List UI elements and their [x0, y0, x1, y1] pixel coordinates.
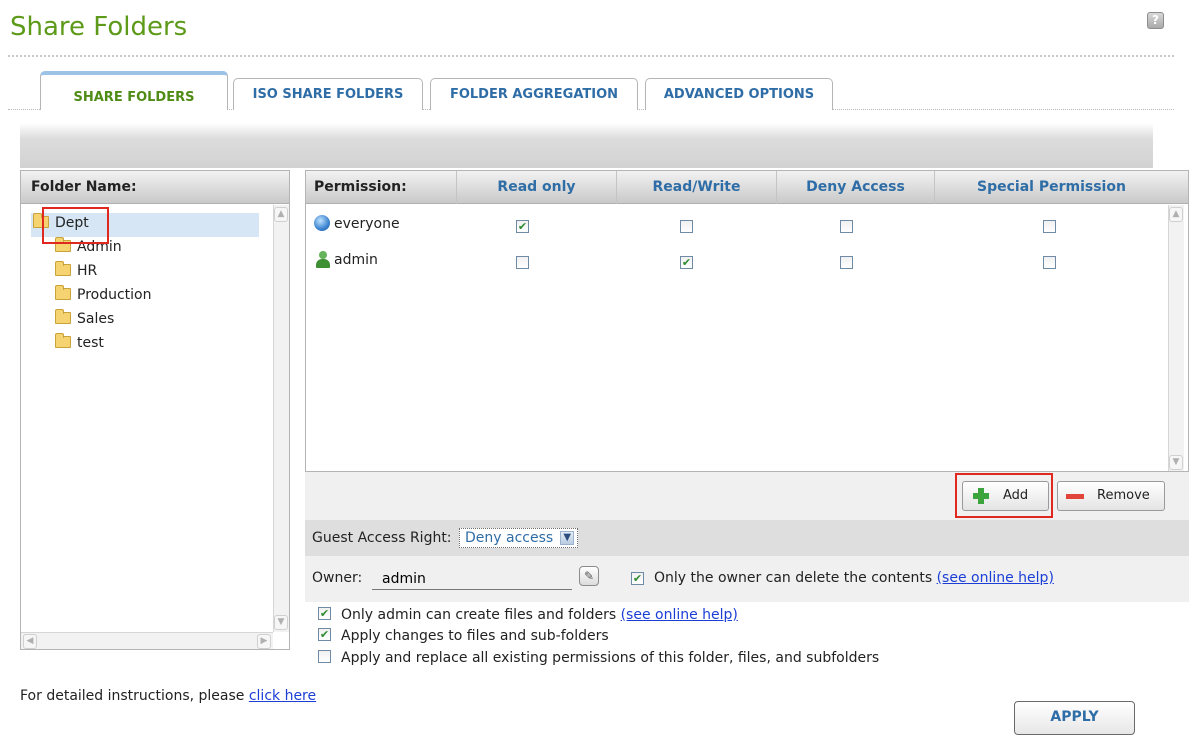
edit-owner-icon[interactable]: ✎ [579, 566, 599, 586]
minus-icon [1066, 494, 1084, 499]
click-here-link[interactable]: click here [249, 688, 316, 704]
scroll-down-icon[interactable]: ▼ [1169, 455, 1183, 470]
remove-button[interactable]: Remove [1057, 481, 1165, 511]
folder-vertical-scrollbar[interactable]: ▲ ▼ [273, 205, 289, 632]
user-icon [316, 251, 330, 268]
tab-folder-aggregation[interactable]: FOLDER AGGREGATION [430, 78, 638, 110]
apply-replace-label: Apply and replace all existing permissio… [341, 650, 880, 666]
folder-name-header: Folder Name: [21, 171, 289, 204]
group-icon [314, 215, 330, 231]
checkbox-everyone-read-write[interactable] [680, 220, 693, 233]
chevron-down-icon[interactable]: ▼ [560, 531, 575, 545]
guest-access-label: Guest Access Right: [312, 530, 452, 546]
checkbox-admin-read-write[interactable] [680, 256, 693, 269]
deny-access-header: Deny Access [776, 171, 934, 204]
tree-item-label: Production [77, 287, 152, 303]
scroll-left-icon[interactable]: ◀ [23, 634, 37, 649]
tree-item-sales[interactable]: Sales [55, 309, 114, 329]
folder-icon [55, 333, 71, 348]
permission-vertical-scrollbar[interactable]: ▲ ▼ [1168, 205, 1184, 471]
tab-advanced-options[interactable]: ADVANCED OPTIONS [645, 78, 833, 110]
admin-create-label: Only admin can create files and folders … [341, 607, 738, 623]
owner-input[interactable] [372, 568, 572, 590]
admin-create-text: Only admin can create files and folders [341, 607, 617, 623]
owner-delete-checkbox[interactable] [631, 572, 644, 585]
special-permission-header: Special Permission [934, 171, 1168, 204]
checkbox-admin-special[interactable] [1043, 256, 1056, 269]
checkbox-everyone-special[interactable] [1043, 220, 1056, 233]
read-write-header: Read/Write [616, 171, 776, 204]
folder-icon [55, 261, 71, 276]
owner-row: Owner: ✎ Only the owner can delete the c… [305, 556, 1189, 602]
owner-delete-label: Only the owner can delete the contents (… [654, 570, 1054, 586]
guest-access-value: Deny access [465, 530, 554, 546]
tree-item-production[interactable]: Production [55, 285, 151, 305]
permission-table: Permission: Read only Read/Write Deny Ac… [305, 170, 1189, 472]
folder-icon [55, 285, 71, 300]
owner-help-link[interactable]: (see online help) [937, 570, 1054, 586]
checkbox-everyone-deny-access[interactable] [840, 220, 853, 233]
permission-row-admin: admin [314, 247, 454, 273]
checkbox-everyone-read-only[interactable] [516, 220, 529, 233]
help-icon[interactable]: ? [1147, 12, 1164, 29]
scroll-up-icon[interactable]: ▲ [1169, 207, 1183, 222]
folder-icon [55, 309, 71, 324]
user-name: everyone [334, 216, 400, 232]
apply-replace-checkbox[interactable] [318, 650, 331, 663]
admin-create-checkbox[interactable] [318, 607, 331, 620]
scroll-up-icon[interactable]: ▲ [274, 207, 288, 222]
dept-highlight-box [42, 207, 109, 244]
admin-create-help-link[interactable]: (see online help) [621, 607, 738, 623]
guest-access-select[interactable]: Deny access ▼ [459, 528, 579, 548]
tree-item-hr[interactable]: HR [55, 261, 97, 281]
owner-delete-text: Only the owner can delete the contents [654, 570, 933, 586]
apply-button[interactable]: APPLY [1014, 701, 1135, 735]
permission-header: Permission: [314, 179, 407, 195]
permission-row-everyone: everyone [314, 211, 454, 237]
folder-horizontal-scrollbar[interactable]: ◀ ▶ [21, 632, 273, 649]
toolbar-band [20, 123, 1153, 168]
scroll-right-icon[interactable]: ▶ [257, 634, 271, 649]
owner-label: Owner: [312, 570, 363, 586]
add-highlight-box [955, 473, 1053, 518]
tree-item-label: test [77, 335, 104, 351]
tab-share-folders[interactable]: SHARE FOLDERS [40, 71, 228, 110]
tab-iso-share-folders[interactable]: ISO SHARE FOLDERS [233, 78, 423, 110]
read-only-header: Read only [456, 171, 616, 204]
tree-item-label: HR [77, 263, 98, 279]
apply-changes-label: Apply changes to files and sub-folders [341, 628, 609, 644]
tree-item-test[interactable]: test [55, 333, 104, 353]
instructions-label: For detailed instructions, please [20, 688, 245, 704]
user-name: admin [334, 252, 378, 268]
title-divider [8, 55, 1174, 57]
scroll-down-icon[interactable]: ▼ [274, 615, 288, 630]
checkbox-admin-deny-access[interactable] [840, 256, 853, 269]
guest-access-row: Guest Access Right: Deny access ▼ [305, 520, 1189, 556]
permission-action-bar: Add Remove [305, 472, 1189, 520]
apply-changes-checkbox[interactable] [318, 628, 331, 641]
remove-button-label: Remove [1097, 488, 1150, 503]
tree-item-label: Sales [77, 311, 115, 327]
checkbox-admin-read-only[interactable] [516, 256, 529, 269]
instructions-text: For detailed instructions, please click … [20, 688, 316, 704]
page-title: Share Folders [10, 12, 188, 42]
